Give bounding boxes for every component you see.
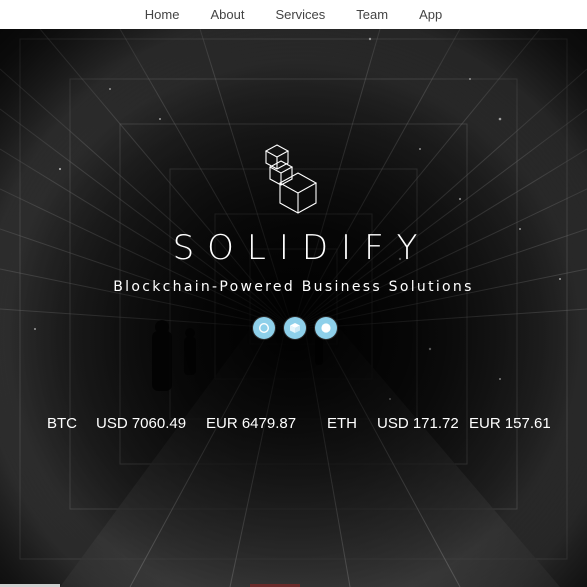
eth-eur-price: EUR 157.61 [469, 415, 551, 432]
nav-app[interactable]: App [419, 7, 442, 22]
ring-icon [258, 322, 270, 334]
cube-icon [290, 323, 300, 333]
nav-services[interactable]: Services [275, 7, 325, 22]
page: Home About Services Team App SOLIDIFY Bl… [0, 0, 587, 587]
disc-dot-button[interactable] [315, 317, 337, 339]
btc-usd-price: USD 7060.49 [96, 415, 187, 432]
nav-team[interactable]: Team [356, 7, 388, 22]
stacked-cubes-icon [264, 144, 318, 214]
nav-home[interactable]: Home [145, 7, 180, 22]
btc-symbol: BTC [47, 415, 77, 432]
brand-title: SOLIDIFY [172, 228, 431, 268]
crypto-prices: BTC USD 7060.49 EUR 6479.87 ETH USD 171.… [0, 415, 587, 435]
brand-tagline: Blockchain-Powered Business Solutions [113, 279, 474, 295]
ring-dot-button[interactable] [253, 317, 275, 339]
cube-dot-button[interactable] [284, 317, 306, 339]
tunnel-background-image [0, 29, 587, 587]
btc-eur-price: EUR 6479.87 [206, 415, 297, 432]
hero-section: SOLIDIFY Blockchain-Powered Business Sol… [0, 29, 587, 587]
eth-usd-price: USD 171.72 [377, 415, 459, 432]
top-nav: Home About Services Team App [0, 0, 587, 29]
feature-dots [253, 317, 337, 341]
eth-symbol: ETH [327, 415, 357, 432]
disc-icon [321, 323, 331, 333]
nav-about[interactable]: About [210, 7, 244, 22]
